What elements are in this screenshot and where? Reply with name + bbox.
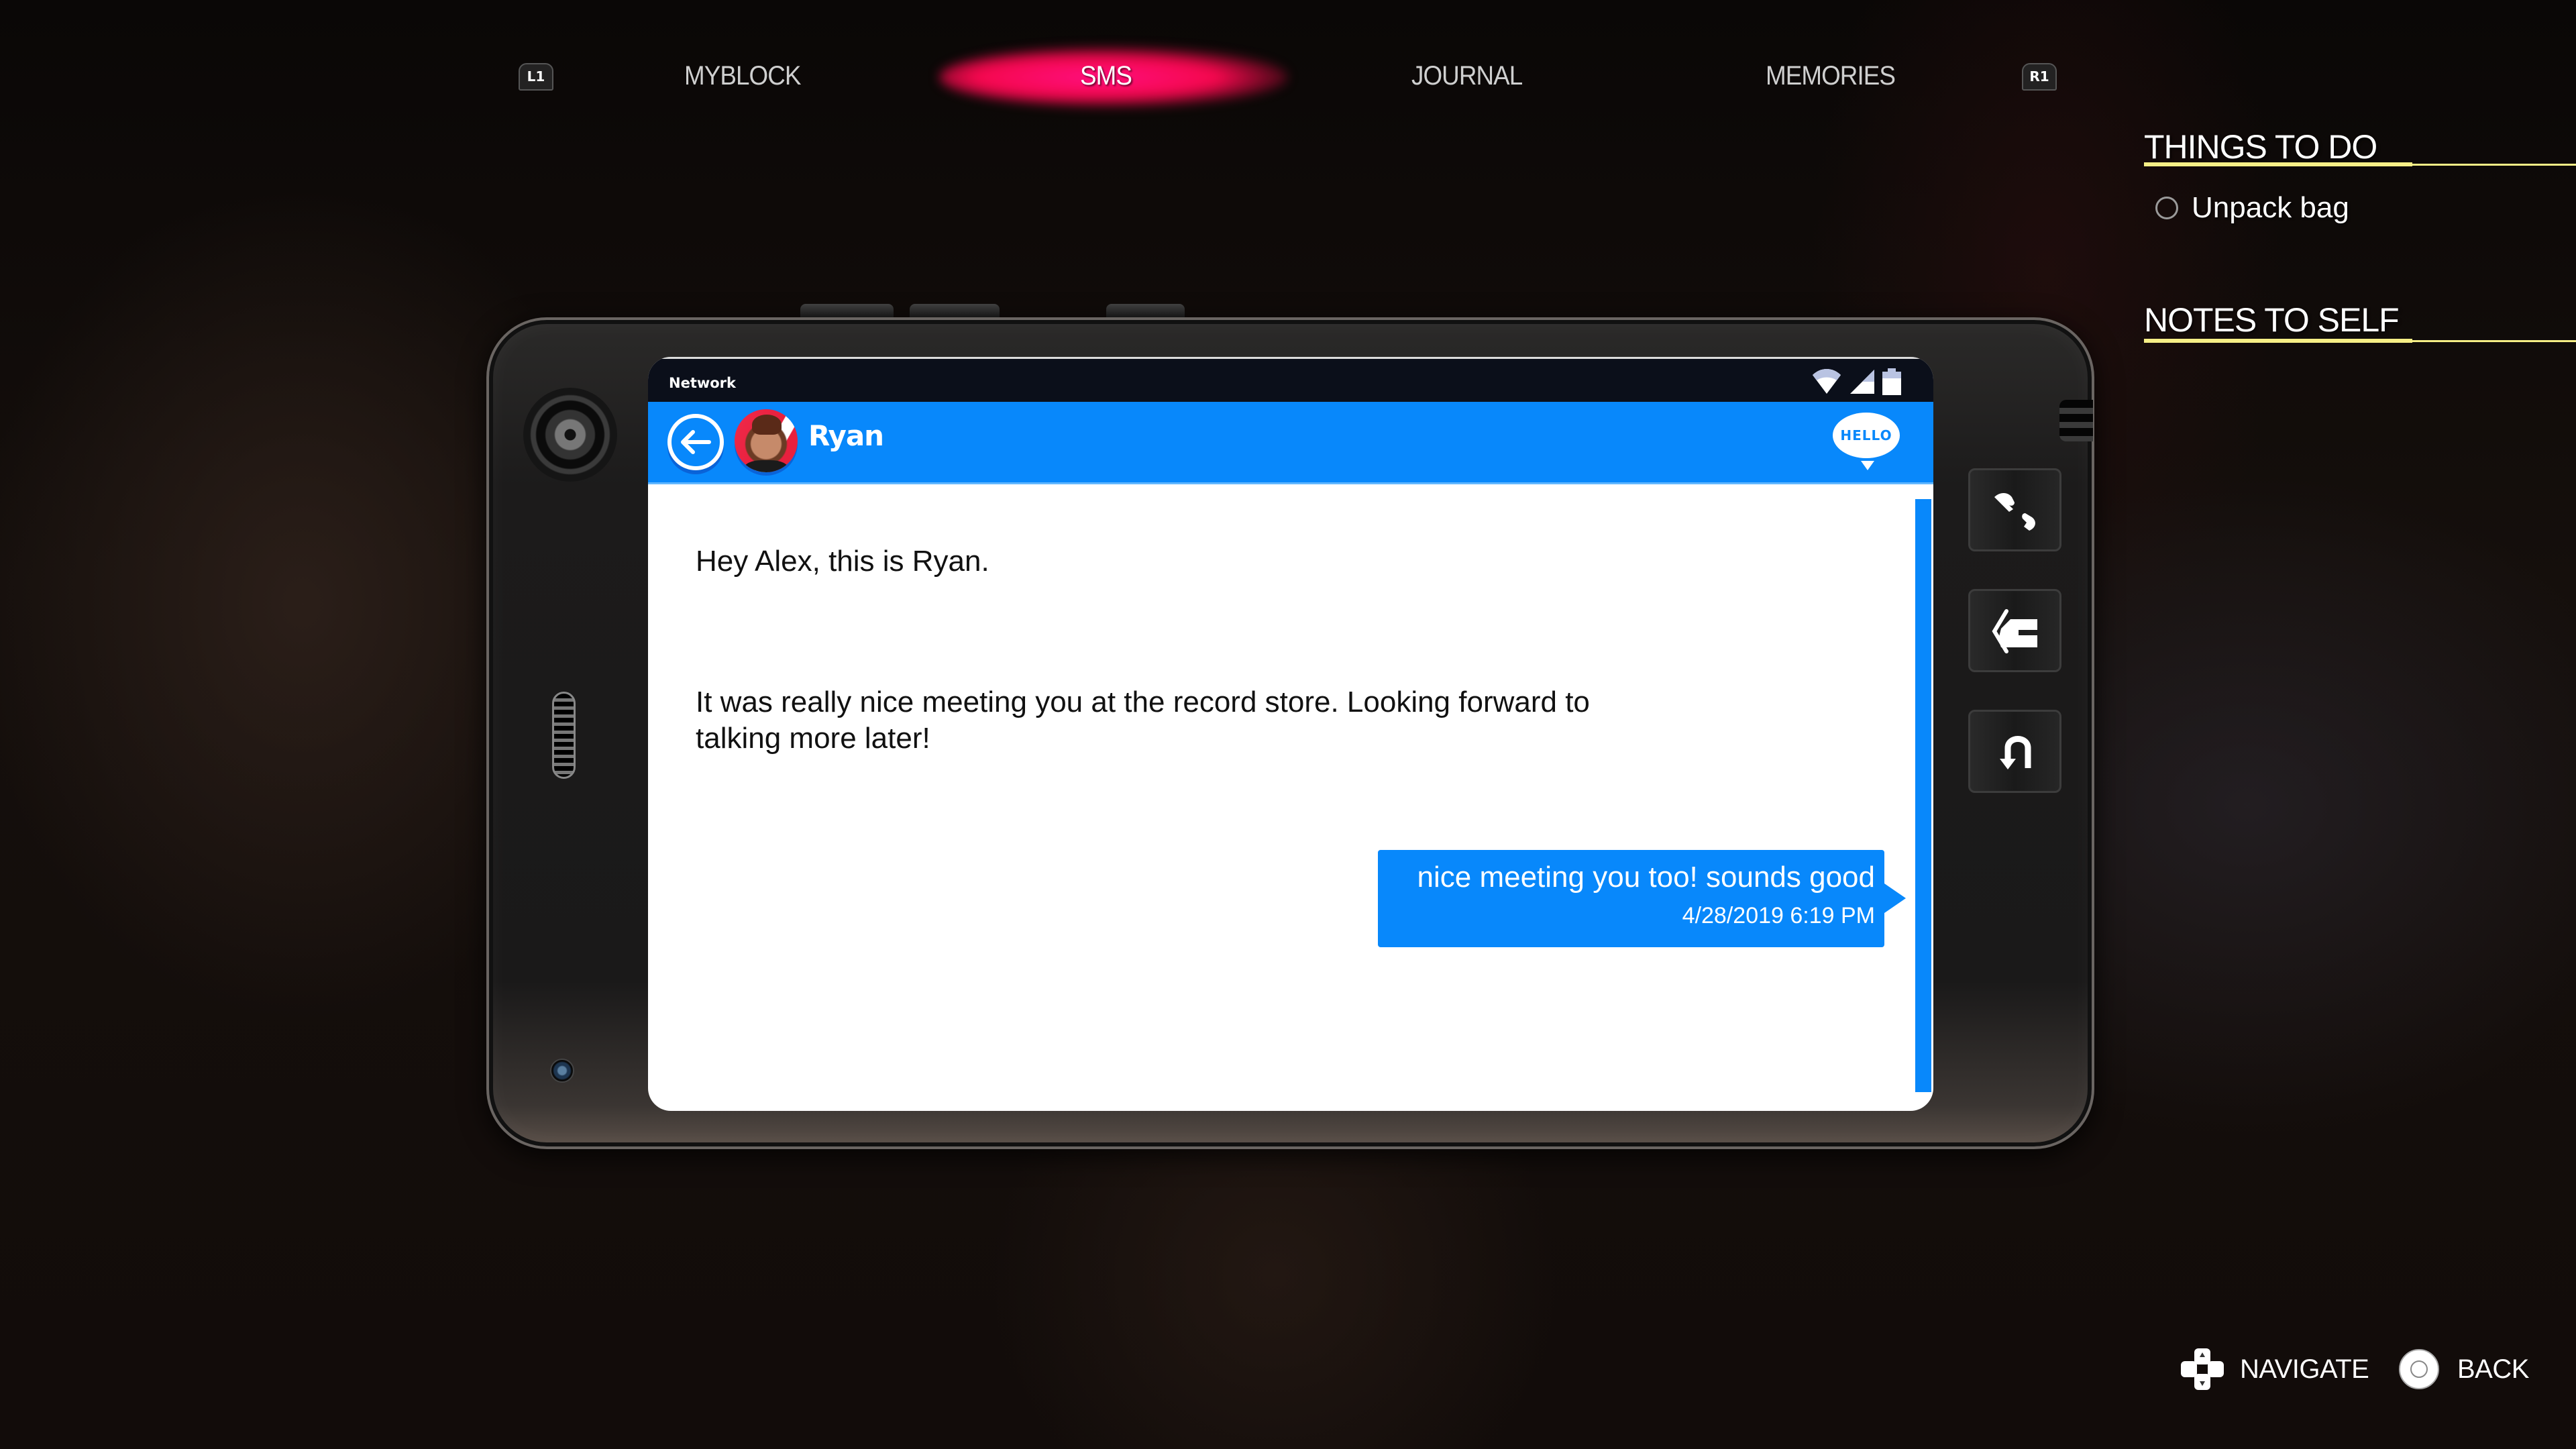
- dpad-icon: [2181, 1348, 2224, 1390]
- phone-side-button: [800, 304, 894, 317]
- home-button[interactable]: [1968, 589, 2061, 672]
- battery-icon: [1882, 368, 1901, 395]
- call-button[interactable]: [1968, 468, 2061, 551]
- contact-avatar[interactable]: [735, 409, 798, 472]
- navigate-label: NAVIGATE: [2240, 1354, 2369, 1384]
- contact-name: Ryan: [808, 419, 884, 452]
- phone-side-button: [910, 304, 1000, 317]
- things-to-do-divider: [2144, 162, 2576, 166]
- circle-button-icon: [2399, 1349, 2439, 1389]
- tab-sms[interactable]: SMS: [1080, 59, 1132, 93]
- speaker-grill: [552, 692, 576, 779]
- sticker-label: HELLO: [1840, 427, 1892, 443]
- tab-journal[interactable]: JOURNAL: [1411, 59, 1523, 93]
- todo-item[interactable]: Unpack bag: [2155, 191, 2349, 225]
- r1-shoulder-button[interactable]: R1: [2022, 63, 2057, 91]
- outgoing-message-text: nice meeting you too! sounds good: [1417, 861, 1875, 894]
- todo-checkbox-icon[interactable]: [2155, 197, 2178, 219]
- todo-label: Unpack bag: [2192, 191, 2349, 224]
- message-timestamp: 4/28/2019 6:19 PM: [1682, 903, 1875, 928]
- home-icon: [1992, 609, 2037, 653]
- phone-side-button: [1106, 304, 1185, 317]
- network-label: Network: [669, 375, 737, 391]
- l1-shoulder-button[interactable]: L1: [519, 63, 553, 91]
- navigate-hint: NAVIGATE: [2181, 1348, 2369, 1390]
- hello-sticker-button[interactable]: HELLO: [1833, 413, 1900, 470]
- vent-slits: [2059, 400, 2093, 441]
- back-button[interactable]: [667, 414, 724, 470]
- phone-call-icon: [1994, 493, 2035, 531]
- outgoing-message-bubble: nice meeting you too! sounds good 4/28/2…: [1378, 850, 1906, 947]
- wifi-icon: [1813, 369, 1841, 394]
- notes-to-self-heading: NOTES TO SELF: [2144, 301, 2400, 339]
- incoming-message: Hey Alex, this is Ryan.: [696, 545, 989, 578]
- signal-icon: [1850, 370, 1874, 394]
- status-bar: Network: [648, 357, 1933, 402]
- incoming-message: It was really nice meeting you at the re…: [696, 686, 1590, 755]
- back-label: BACK: [2457, 1354, 2529, 1384]
- phone-screen: Network Ryan HELLO Hey Alex, this is Rya…: [648, 357, 1933, 1111]
- back-hint[interactable]: BACK: [2398, 1348, 2529, 1390]
- tab-myblock[interactable]: MYBLOCK: [684, 59, 801, 93]
- notes-divider: [2144, 339, 2576, 343]
- arrow-left-icon: [681, 430, 711, 454]
- conversation-header: Ryan HELLO: [648, 402, 1933, 484]
- camera-lens-icon: [523, 388, 617, 482]
- front-sensor-icon: [550, 1059, 574, 1083]
- things-to-do-heading: THINGS TO DO: [2144, 128, 2377, 166]
- scrollbar[interactable]: [1915, 499, 1931, 1092]
- tab-memories[interactable]: MEMORIES: [1766, 59, 1896, 93]
- undo-button[interactable]: [1968, 710, 2061, 793]
- undo-icon: [1999, 736, 2031, 769]
